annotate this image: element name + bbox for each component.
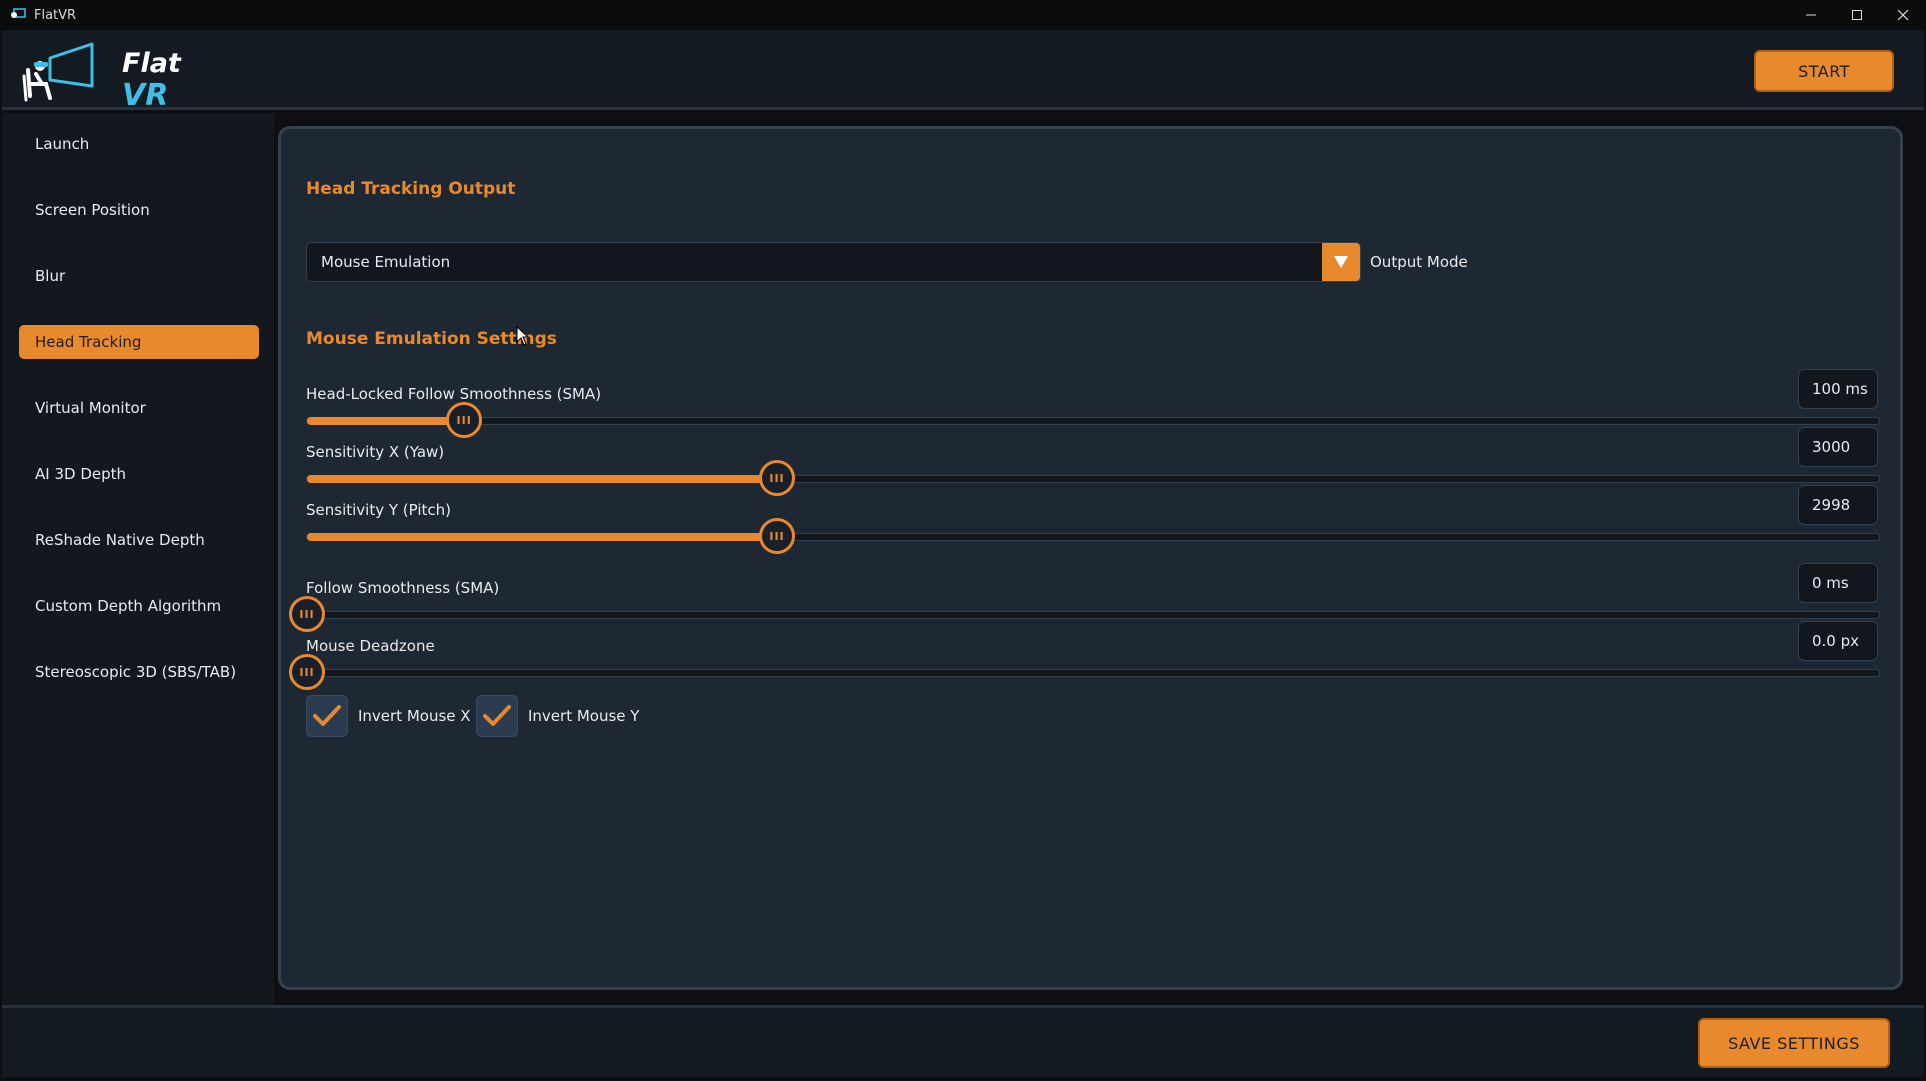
- value-sensitivity-x[interactable]: 3000: [1798, 427, 1878, 467]
- minimize-button[interactable]: [1788, 0, 1834, 30]
- app-icon: [11, 8, 26, 18]
- sidebar: Launch Screen Position Blur Head Trackin…: [2, 113, 274, 1005]
- invert-mouse-x-label: Invert Mouse X: [358, 707, 471, 725]
- slider-sensitivity-x[interactable]: III: [306, 460, 1880, 496]
- mouse-cursor-icon: [516, 326, 530, 346]
- invert-mouse-y-label: Invert Mouse Y: [528, 707, 640, 725]
- slider-fill: [307, 417, 465, 425]
- minimize-icon: [1806, 14, 1816, 16]
- slider-thumb[interactable]: III: [289, 654, 325, 690]
- sidebar-item-head-tracking[interactable]: Head Tracking: [19, 325, 259, 359]
- vr-chair-logo-icon: [22, 42, 94, 102]
- sidebar-item-screen-position[interactable]: Screen Position: [19, 193, 259, 227]
- checkmark-icon: [483, 705, 511, 726]
- section-title-output: Head Tracking Output: [306, 179, 516, 199]
- sidebar-item-virtual-monitor[interactable]: Virtual Monitor: [19, 391, 259, 425]
- slider-fill: [307, 533, 778, 541]
- output-mode-label: Output Mode: [1370, 253, 1468, 271]
- sidebar-item-custom-depth-algorithm[interactable]: Custom Depth Algorithm: [19, 589, 259, 623]
- slider-thumb[interactable]: III: [759, 518, 796, 554]
- sidebar-item-ai-3d-depth[interactable]: AI 3D Depth: [19, 457, 259, 491]
- logo-text-vr: VR: [122, 78, 169, 113]
- invert-mouse-x-checkbox[interactable]: [306, 695, 348, 737]
- slider-follow-smoothness[interactable]: III: [289, 596, 1880, 632]
- head-tracking-panel: Head Tracking Output Mouse Emulation Out…: [278, 126, 1903, 990]
- title-bar: FlatVR: [0, 0, 1926, 30]
- slider-sensitivity-y[interactable]: III: [306, 518, 1880, 554]
- value-head-locked-smoothness[interactable]: 100 ms: [1798, 369, 1878, 409]
- close-button[interactable]: [1880, 0, 1926, 30]
- slider-thumb[interactable]: III: [759, 460, 796, 496]
- value-sensitivity-y[interactable]: 2998: [1798, 485, 1878, 525]
- slider-mouse-deadzone[interactable]: III: [289, 654, 1880, 690]
- sidebar-item-blur[interactable]: Blur: [19, 259, 259, 293]
- invert-mouse-y-checkbox[interactable]: [476, 695, 518, 737]
- slider-label-sensitivity-x: Sensitivity X (Yaw): [306, 443, 445, 461]
- slider-fill: [307, 475, 778, 483]
- maximize-icon: [1852, 10, 1862, 20]
- sidebar-item-reshade-native-depth[interactable]: ReShade Native Depth: [19, 523, 259, 557]
- logo-text-flat: Flat: [122, 48, 181, 79]
- dropdown-arrow-button[interactable]: [1322, 243, 1360, 281]
- value-mouse-deadzone[interactable]: 0.0 px: [1798, 621, 1878, 661]
- checkmark-icon: [313, 705, 341, 726]
- slider-head-locked-smoothness[interactable]: III: [306, 402, 1880, 438]
- start-button[interactable]: START: [1754, 50, 1894, 92]
- app-footer: SAVE SETTINGS: [2, 1005, 1924, 1077]
- maximize-button[interactable]: [1834, 0, 1880, 30]
- sidebar-item-stereoscopic-3d[interactable]: Stereoscopic 3D (SBS/TAB): [19, 655, 259, 689]
- value-follow-smoothness[interactable]: 0 ms: [1798, 563, 1878, 603]
- save-settings-button[interactable]: SAVE SETTINGS: [1698, 1018, 1890, 1068]
- slider-thumb[interactable]: III: [446, 402, 483, 438]
- slider-label-sensitivity-y: Sensitivity Y (Pitch): [306, 501, 452, 519]
- slider-label-head-locked-smoothness: Head-Locked Follow Smoothness (SMA): [306, 385, 602, 403]
- window-controls: [1788, 0, 1926, 30]
- close-icon: [1897, 9, 1909, 21]
- app-header: Flat VR START: [2, 30, 1924, 113]
- window-title: FlatVR: [34, 7, 77, 23]
- slider-label-mouse-deadzone: Mouse Deadzone: [306, 637, 435, 655]
- app-logo: Flat VR: [20, 40, 181, 113]
- output-mode-select[interactable]: Mouse Emulation: [306, 242, 1361, 282]
- slider-label-follow-smoothness: Follow Smoothness (SMA): [306, 579, 500, 597]
- slider-thumb[interactable]: III: [289, 596, 325, 632]
- sidebar-item-launch[interactable]: Launch: [19, 127, 259, 161]
- triangle-down-icon: [1334, 256, 1348, 268]
- output-mode-value: Mouse Emulation: [321, 253, 451, 271]
